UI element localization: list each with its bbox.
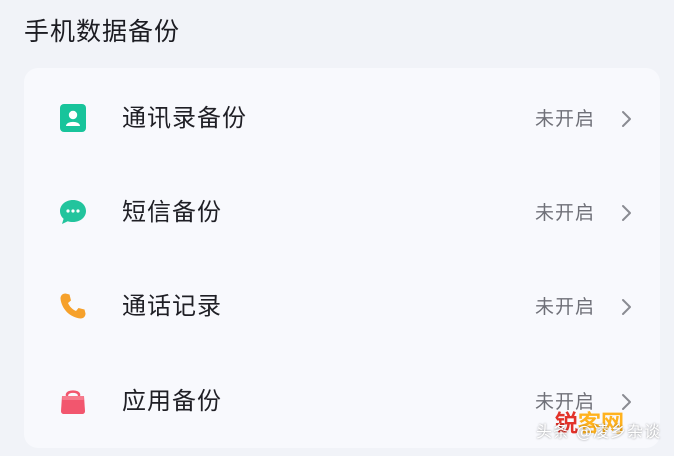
watermark-text: 头条 @凌乡杂谈 [536, 422, 662, 441]
contacts-backup-status: 未开启 [535, 108, 596, 130]
call-log-status: 未开启 [535, 296, 596, 318]
app-bag-icon [61, 390, 85, 414]
sms-backup-row[interactable]: 短信备份 未开启 [24, 165, 660, 259]
backup-settings-card: 通讯录备份 未开启 短信备份 未开启 通话记录 未开启 应用备份 未开启 [24, 68, 660, 448]
sms-backup-status: 未开启 [535, 202, 596, 224]
section-title: 手机数据备份 [24, 17, 181, 46]
sms-backup-label: 短信备份 [122, 198, 222, 226]
chevron-right-icon [622, 205, 631, 221]
app-backup-label: 应用备份 [122, 387, 222, 415]
contacts-icon [60, 104, 86, 132]
call-log-label: 通话记录 [122, 292, 222, 320]
call-log-row[interactable]: 通话记录 未开启 [24, 259, 660, 353]
contacts-backup-row[interactable]: 通讯录备份 未开启 [24, 71, 660, 165]
contacts-backup-label: 通讯录备份 [122, 104, 247, 132]
phone-icon [60, 293, 86, 319]
message-icon [60, 200, 86, 224]
chevron-right-icon [622, 299, 631, 315]
chevron-right-icon [622, 111, 631, 127]
